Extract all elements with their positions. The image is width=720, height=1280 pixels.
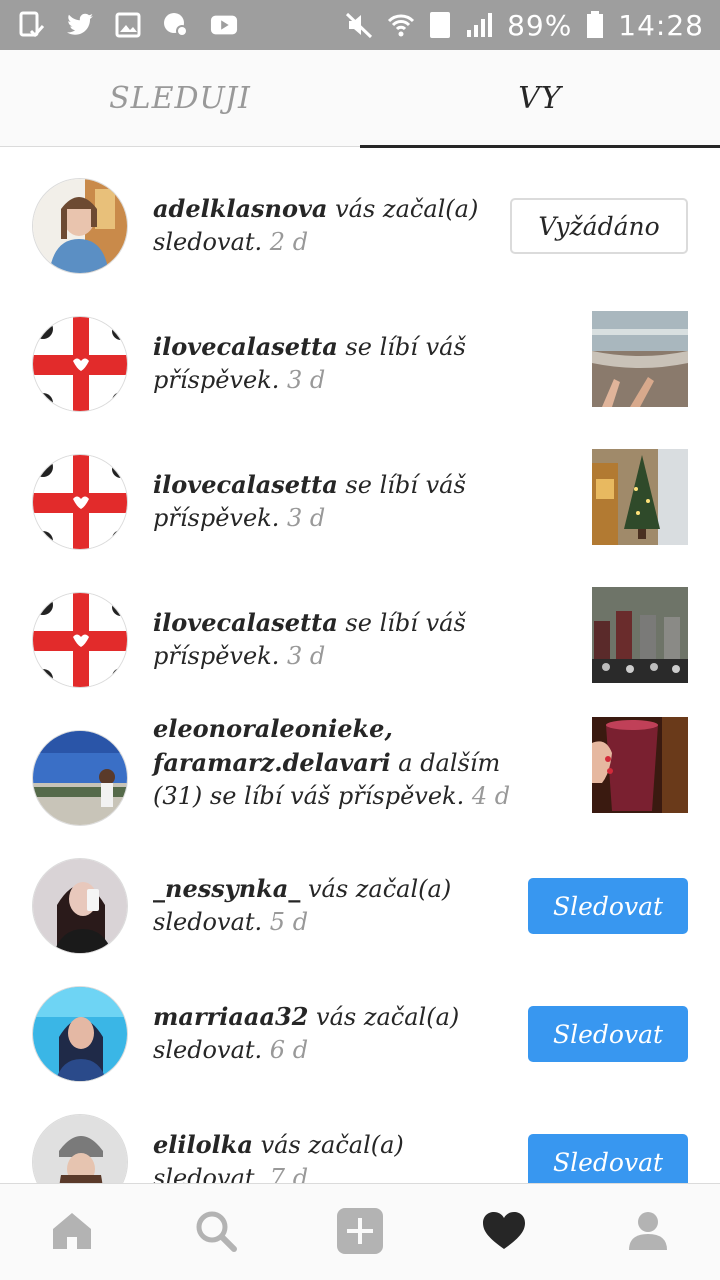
avatar[interactable] — [32, 316, 128, 412]
notification-text: _nessynka_ vás začal(a) sledovat. 5 d — [153, 874, 452, 936]
avatar[interactable] — [32, 454, 128, 550]
notification-text: adelklasnova vás začal(a) sledovat. 2 d — [153, 194, 479, 256]
username[interactable]: eleonoraleonieke, — [153, 714, 393, 743]
chat-icon — [162, 11, 190, 39]
youtube-icon — [210, 11, 238, 39]
avatar[interactable] — [32, 986, 128, 1082]
username[interactable]: ilovecalasetta — [153, 332, 338, 361]
home-icon — [51, 1211, 93, 1255]
timestamp: 3 d — [286, 366, 326, 394]
profile-icon — [627, 1210, 669, 1256]
tab-you[interactable]: VY — [360, 50, 720, 148]
notification-text: elilolka vás začal(a) sledovat. 7 d — [153, 1128, 404, 1183]
mute-icon — [345, 11, 373, 39]
username[interactable]: elilolka — [153, 1130, 253, 1159]
notifications-list: adelklasnova vás začal(a) sledovat. 2 d … — [0, 148, 720, 1183]
notification-text: ilovecalasetta se líbí váš příspěvek. 3 … — [153, 332, 466, 394]
nav-home[interactable] — [0, 1184, 144, 1280]
notification-text: ilovecalasetta se líbí váš příspěvek. 3 … — [153, 470, 466, 532]
bottom-navigation — [0, 1183, 720, 1280]
requested-button[interactable]: Vyžádáno — [510, 198, 688, 254]
avatar[interactable] — [32, 592, 128, 688]
username[interactable]: faramarz.delavari — [153, 748, 391, 777]
timestamp: 3 d — [286, 642, 326, 670]
username[interactable]: ilovecalasetta — [153, 608, 338, 637]
avatar[interactable] — [32, 178, 128, 274]
signal-icon — [465, 11, 493, 39]
activity-tabs: SLEDUJI VY — [0, 50, 720, 148]
nav-search[interactable] — [144, 1184, 288, 1280]
timestamp: 5 d — [269, 908, 309, 936]
sim-icon — [429, 11, 451, 39]
timestamp: 4 d — [471, 782, 511, 810]
timestamp: 3 d — [286, 504, 326, 532]
nav-profile[interactable] — [576, 1184, 720, 1280]
nav-add[interactable] — [288, 1184, 432, 1280]
avatar[interactable] — [32, 730, 128, 826]
avatar[interactable] — [32, 1114, 128, 1183]
post-thumbnail[interactable] — [592, 449, 688, 545]
notification-text: eleonoraleonieke, faramarz.delavari a da… — [153, 714, 511, 810]
nav-activity[interactable] — [432, 1184, 576, 1280]
clock: 14:28 — [618, 8, 704, 42]
avatar[interactable] — [32, 858, 128, 954]
twitter-icon — [66, 11, 94, 39]
username[interactable]: ilovecalasetta — [153, 470, 338, 499]
follow-button[interactable]: Sledovat — [528, 878, 688, 934]
username[interactable]: adelklasnova — [153, 194, 327, 223]
post-thumbnail[interactable] — [592, 311, 688, 407]
battery-icon — [586, 11, 604, 39]
search-icon — [195, 1210, 237, 1256]
image-icon — [114, 11, 142, 39]
username[interactable]: marriaaa32 — [153, 1002, 308, 1031]
follow-button[interactable]: Sledovat — [528, 1006, 688, 1062]
status-bar: 89% 14:28 — [0, 0, 720, 50]
username[interactable]: _nessynka_ — [153, 874, 300, 903]
battery-level: 89% — [507, 8, 573, 42]
heart-icon — [482, 1211, 526, 1255]
post-thumbnail[interactable] — [592, 587, 688, 683]
follow-button[interactable]: Sledovat — [528, 1134, 688, 1183]
notification-text: ilovecalasetta se líbí váš příspěvek. 3 … — [153, 608, 466, 670]
post-thumbnail[interactable] — [592, 717, 688, 813]
notification-text: marriaaa32 vás začal(a) sledovat. 6 d — [153, 1002, 460, 1064]
add-icon — [336, 1207, 384, 1259]
timestamp: 6 d — [269, 1036, 309, 1064]
timestamp: 2 d — [269, 228, 309, 256]
screenshot-icon — [18, 11, 46, 39]
wifi-icon — [387, 11, 415, 39]
tab-following[interactable]: SLEDUJI — [0, 50, 360, 147]
timestamp: 7 d — [269, 1164, 309, 1183]
